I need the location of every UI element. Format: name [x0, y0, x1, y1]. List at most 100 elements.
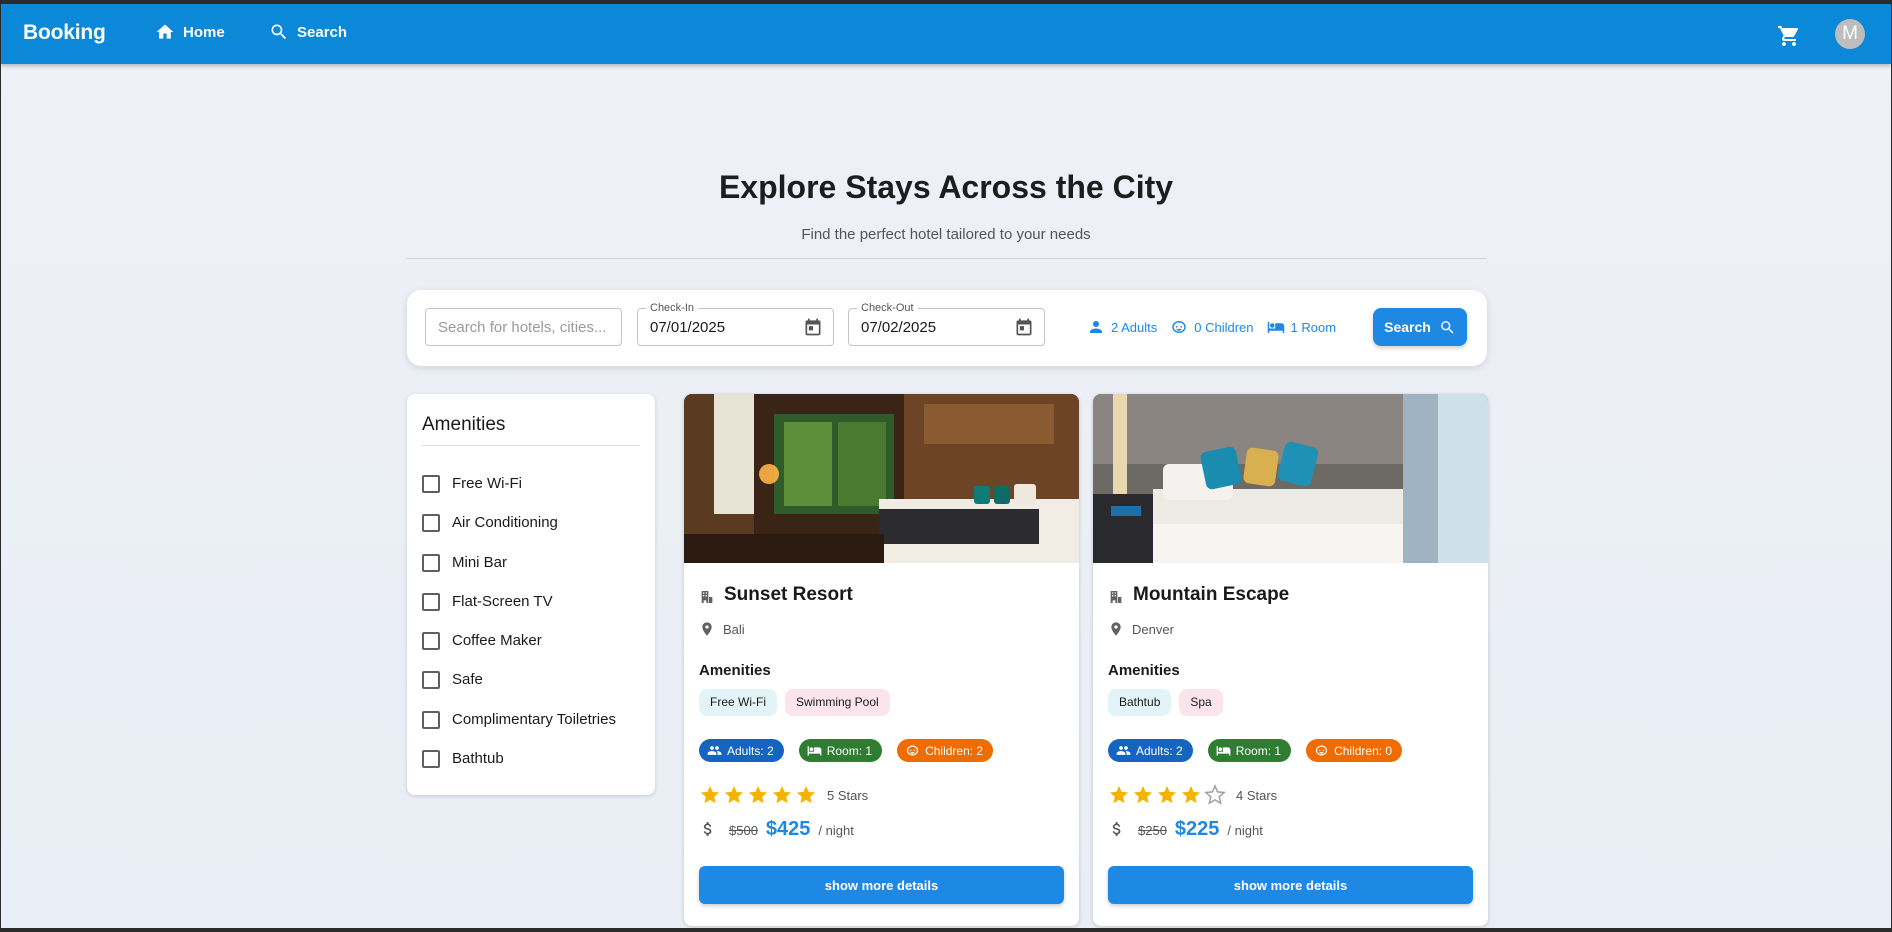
- rooms-selector[interactable]: 1 Room: [1267, 318, 1336, 336]
- hotel-photo[interactable]: [684, 394, 1079, 563]
- amenity-label: Bathtub: [452, 750, 504, 768]
- guest-selector[interactable]: 2 Adults 0 Children 1 Room: [1087, 318, 1349, 336]
- calendar-icon[interactable]: [1014, 317, 1034, 337]
- amenity-chips: Free Wi-Fi Swimming Pool: [699, 689, 890, 716]
- star-filled-icon: [723, 784, 745, 806]
- amenity-checkbox-mini-bar[interactable]: Mini Bar: [422, 553, 616, 592]
- app-frame: Booking Home Search M Explore Stays Acro…: [1, 4, 1891, 928]
- checkbox[interactable]: [422, 671, 440, 690]
- amenity-checkbox-air-conditioning[interactable]: Air Conditioning: [422, 513, 616, 552]
- hotel-building-icon: [1110, 591, 1122, 603]
- amenity-checkbox-free-wifi[interactable]: Free Wi-Fi: [422, 474, 616, 513]
- adults-count: 2 Adults: [1111, 319, 1158, 335]
- stars-holder: [1108, 783, 1228, 806]
- home-icon: [156, 24, 174, 39]
- amenity-label: Flat-Screen TV: [452, 592, 553, 610]
- checkbox[interactable]: [422, 710, 440, 729]
- amenity-checkbox-coffee-maker[interactable]: Coffee Maker: [422, 631, 616, 670]
- search-button-label: Search: [1384, 319, 1431, 335]
- avatar[interactable]: M: [1835, 19, 1865, 49]
- search-input[interactable]: [425, 308, 622, 346]
- bed-icon: [1216, 746, 1231, 756]
- star-filled-icon: [1108, 784, 1130, 806]
- hotel-card[interactable]: Sunset Resort Bali Amenities Free Wi-Fi …: [684, 394, 1079, 926]
- amenity-label: Air Conditioning: [452, 514, 558, 532]
- amenities-heading: Amenities: [1108, 662, 1180, 679]
- occupancy-badges: Adults: 2 Room: 1 Children: 0: [1108, 739, 1403, 762]
- star-rating-text: 5 Stars: [827, 787, 869, 803]
- checkin-value: 07/01/2025: [650, 319, 726, 336]
- adults-selector[interactable]: 2 Adults: [1087, 318, 1157, 336]
- amenities-list: Free Wi-Fi Air Conditioning Mini Bar Fla…: [422, 474, 616, 788]
- nav-search-button[interactable]: Search: [269, 22, 347, 42]
- amenity-checkbox-bathtub[interactable]: Bathtub: [422, 749, 616, 788]
- brand-logo[interactable]: Booking: [23, 21, 106, 45]
- search-bar: Check-In 07/01/2025 Check-Out 07/02/2025…: [407, 290, 1487, 366]
- occupancy-badges: Adults: 2 Room: 1 Children: 2: [699, 739, 994, 762]
- location-pin-icon: [702, 622, 712, 636]
- amenity-label: Complimentary Toiletries: [452, 710, 616, 728]
- checkout-value: 07/02/2025: [861, 319, 937, 336]
- filter-divider: [422, 445, 640, 446]
- star-filled-icon: [747, 784, 769, 806]
- children-badge: Children: 0: [1306, 739, 1403, 762]
- star-filled-icon: [795, 784, 817, 806]
- amenity-checkbox-flat-screen-tv[interactable]: Flat-Screen TV: [422, 592, 616, 631]
- per-night-label: / night: [1227, 823, 1263, 838]
- per-night-label: / night: [818, 823, 854, 838]
- adults-badge: Adults: 2: [1108, 739, 1193, 762]
- adults-badge-text: Adults: 2: [1136, 743, 1183, 758]
- search-button[interactable]: Search: [1373, 308, 1467, 346]
- checkin-field[interactable]: Check-In 07/01/2025: [637, 302, 834, 346]
- hotel-name-row: Sunset Resort: [699, 584, 853, 606]
- amenities-filter-panel: Amenities Free Wi-Fi Air Conditioning Mi…: [407, 394, 655, 795]
- checkbox[interactable]: [422, 475, 440, 493]
- calendar-icon[interactable]: [803, 317, 823, 337]
- child-face-icon: [1172, 321, 1187, 333]
- amenity-label: Coffee Maker: [452, 632, 542, 650]
- hotel-location-row: Denver: [1108, 621, 1174, 637]
- amenity-label: Free Wi-Fi: [452, 475, 522, 492]
- search-icon: [271, 24, 287, 40]
- price-row: $250 $225 / night: [1108, 817, 1263, 841]
- star-filled-icon: [1132, 784, 1154, 806]
- discounted-price: $225: [1174, 818, 1220, 840]
- discounted-price: $425: [765, 818, 811, 840]
- amenity-chip: Bathtub: [1108, 689, 1172, 716]
- nav-home-button[interactable]: Home: [155, 22, 225, 42]
- amenity-checkbox-safe[interactable]: Safe: [422, 670, 616, 709]
- hotel-location-row: Bali: [699, 621, 745, 637]
- checkbox[interactable]: [422, 514, 440, 533]
- show-more-details-button[interactable]: show more details: [1108, 866, 1473, 904]
- children-selector[interactable]: 0 Children: [1170, 318, 1254, 336]
- cart-button[interactable]: [1777, 24, 1801, 48]
- show-more-details-button[interactable]: show more details: [699, 866, 1064, 904]
- checkbox[interactable]: [422, 750, 440, 769]
- checkbox[interactable]: [422, 632, 440, 651]
- amenity-checkbox-complimentary-toiletries[interactable]: Complimentary Toiletries: [422, 710, 616, 749]
- star-rating: 4 Stars: [1108, 783, 1277, 806]
- amenity-chip: Spa: [1179, 689, 1223, 716]
- room-badge: Room: 1: [1207, 739, 1292, 762]
- location-pin-icon: [1111, 622, 1121, 636]
- nav-search-label: Search: [297, 23, 348, 41]
- filter-title: Amenities: [422, 414, 506, 435]
- amenity-label: Safe: [452, 671, 483, 689]
- checkout-field[interactable]: Check-Out 07/02/2025: [848, 302, 1045, 346]
- people-icon: [1116, 746, 1131, 755]
- hotel-location: Bali: [723, 621, 745, 637]
- page-title: Explore Stays Across the City: [718, 169, 1174, 205]
- dollar-icon: [1112, 822, 1121, 836]
- price-row: $500 $425 / night: [699, 817, 854, 841]
- hotel-name[interactable]: Mountain Escape: [1133, 584, 1289, 606]
- children-badge-text: Children: 0: [1334, 743, 1393, 758]
- cart-icon: [1778, 26, 1799, 46]
- hotel-photo[interactable]: [1093, 394, 1488, 563]
- checkbox[interactable]: [422, 592, 440, 611]
- hotel-name[interactable]: Sunset Resort: [724, 584, 853, 606]
- original-price: $250: [1138, 823, 1167, 838]
- child-face-icon: [1315, 745, 1328, 756]
- checkbox[interactable]: [422, 553, 440, 572]
- app-bar: Booking Home Search M: [1, 4, 1891, 64]
- hotel-card[interactable]: Mountain Escape Denver Amenities Bathtub…: [1093, 394, 1488, 926]
